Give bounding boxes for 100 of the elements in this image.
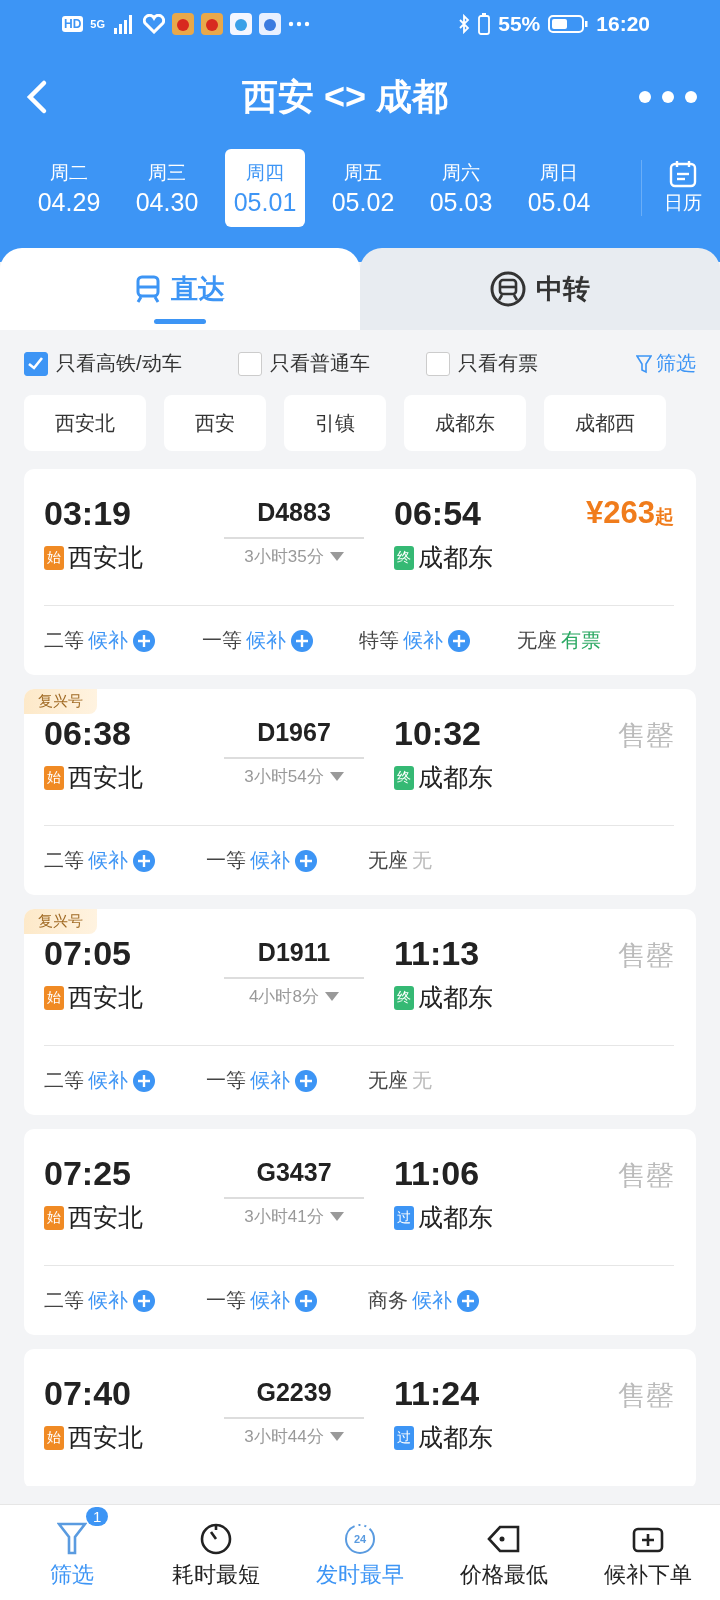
timer-icon [199, 1522, 233, 1556]
train-number: G2239 [224, 1373, 364, 1419]
arrival-time: 11:13 [394, 933, 481, 974]
train-icon [135, 275, 161, 303]
train-card[interactable]: 复兴号 07:05 始 西安北 D1911 4小时8分 11:13 终 成都东 售罄 二等 候补 一等 候补 无座 无 [24, 909, 696, 1115]
caret-icon[interactable] [329, 552, 344, 561]
seat-class: 一等 [206, 848, 246, 873]
station-name: 西安北 [68, 1422, 143, 1453]
seat-class: 一等 [201, 628, 242, 653]
train-badge: 复兴号 [24, 909, 97, 934]
train-card[interactable]: 07:40 始 西安北 G2239 3小时44分 11:24 过 成都东 售罄 [24, 1349, 696, 1486]
battery-icon [548, 14, 589, 34]
station-tag: 始 [44, 1425, 64, 1450]
station-tag: 过 [394, 1425, 414, 1450]
station-chip[interactable]: 成都西 [544, 395, 666, 451]
filter-checkbox[interactable]: 只看有票 [425, 350, 538, 377]
seat-class: 一等 [206, 1068, 246, 1093]
sold-out-label: 售罄 [618, 719, 674, 753]
station-tag: 始 [44, 765, 64, 790]
plus-icon[interactable] [132, 1288, 156, 1313]
station-tag: 终 [394, 545, 414, 570]
caret-icon[interactable] [329, 772, 344, 781]
station-name: 西安北 [68, 1202, 143, 1233]
seat-class: 特等 [359, 628, 399, 653]
seat-status: 候补 [412, 1288, 452, 1313]
app-icon [259, 13, 282, 35]
caret-icon[interactable] [329, 1212, 344, 1221]
plus-icon[interactable] [132, 1068, 156, 1093]
seat-class: 无座 [368, 848, 408, 873]
seat-class: 无座 [368, 1068, 408, 1093]
station-name: 西安北 [68, 982, 143, 1013]
seat-class: 二等 [44, 628, 84, 653]
bottom-tab[interactable]: 耗时最短 [144, 1505, 288, 1600]
seat-class: 二等 [44, 1288, 84, 1313]
more-icon[interactable] [638, 90, 698, 104]
filter-checkbox[interactable]: 只看普通车 [237, 350, 370, 377]
train-circle-icon [490, 271, 526, 307]
seat-status: 候补 [250, 848, 290, 873]
app-icon [172, 13, 195, 35]
seat-status: 有票 [560, 628, 601, 653]
departure-time: 07:25 [44, 1153, 132, 1194]
plus-icon[interactable] [294, 1068, 318, 1093]
duration-text: 3小时35分 [244, 546, 324, 568]
station-chip[interactable]: 成都东 [404, 395, 526, 451]
network-label: 5G [90, 18, 106, 30]
train-number: D4883 [224, 493, 364, 539]
arrival-time: 11:24 [394, 1373, 481, 1414]
plus-icon[interactable] [294, 1288, 318, 1313]
train-number: D1911 [224, 933, 364, 979]
station-tag: 始 [44, 1205, 64, 1230]
seat-status: 候补 [88, 848, 128, 873]
station-chip[interactable]: 西安 [164, 395, 266, 451]
seat-class: 二等 [44, 1068, 84, 1093]
seat-status: 无 [412, 848, 432, 873]
plus-icon[interactable] [447, 628, 471, 653]
seat-class: 无座 [516, 628, 557, 653]
departure-time: 07:05 [44, 933, 132, 974]
bottom-tab[interactable]: 候补下单 [576, 1505, 720, 1600]
plus-icon[interactable] [294, 848, 318, 873]
train-card[interactable]: 03:19 始 西安北 D4883 3小时35分 06:54 终 成都东 ¥263起 二等 候补 一等 候补 特等 候补 无座 有票 [24, 469, 696, 675]
train-card[interactable]: 07:25 始 西安北 G3437 3小时41分 11:06 过 成都东 售罄 二等 候补 一等 候补 商务 候补 [24, 1129, 696, 1335]
seat-status: 候补 [88, 1288, 128, 1313]
plus-icon[interactable] [132, 628, 156, 653]
filter-checkbox[interactable]: 只看高铁/动车 [24, 350, 182, 377]
seat-class: 二等 [44, 848, 84, 873]
duration-text: 3小时41分 [244, 1206, 324, 1228]
train-number: G3437 [224, 1153, 364, 1199]
station-chip[interactable]: 西安北 [24, 395, 146, 451]
station-name: 成都东 [418, 542, 493, 573]
station-name: 西安北 [68, 762, 143, 793]
station-chip[interactable]: 引镇 [284, 395, 386, 451]
station-name: 西安北 [68, 542, 143, 573]
seat-status: 候补 [403, 628, 443, 653]
station-name: 成都东 [418, 1422, 493, 1453]
train-number: D1967 [224, 713, 364, 759]
price: ¥263起 [586, 495, 674, 531]
plus-icon[interactable] [132, 848, 156, 873]
bottom-tab[interactable]: 价格最低 [432, 1505, 576, 1600]
sold-out-label: 售罄 [618, 1379, 674, 1413]
app-icon [201, 13, 224, 35]
route-tab[interactable]: 中转 [360, 248, 720, 330]
bluetooth-icon [458, 14, 471, 34]
battery-saver-icon [478, 13, 491, 35]
station-name: 成都东 [418, 982, 493, 1013]
app-icon [230, 13, 253, 35]
seat-status: 无 [412, 1068, 432, 1093]
departure-time: 03:19 [44, 493, 132, 534]
sold-out-label: 售罄 [618, 939, 674, 973]
caret-icon[interactable] [329, 1432, 344, 1441]
caret-icon[interactable] [324, 992, 339, 1001]
station-name: 成都东 [418, 1202, 493, 1233]
more-icon [288, 21, 311, 27]
seat-status: 候补 [250, 1288, 290, 1313]
battery-percent: 55% [498, 12, 541, 36]
plus-icon[interactable] [456, 1288, 480, 1313]
seat-status: 候补 [88, 628, 128, 653]
sold-out-label: 售罄 [618, 1159, 674, 1193]
train-card[interactable]: 复兴号 06:38 始 西安北 D1967 3小时54分 10:32 终 成都东 售罄 二等 候补 一等 候补 无座 无 [24, 689, 696, 895]
duration-text: 3小时54分 [244, 766, 324, 788]
plus-icon[interactable] [289, 628, 314, 653]
